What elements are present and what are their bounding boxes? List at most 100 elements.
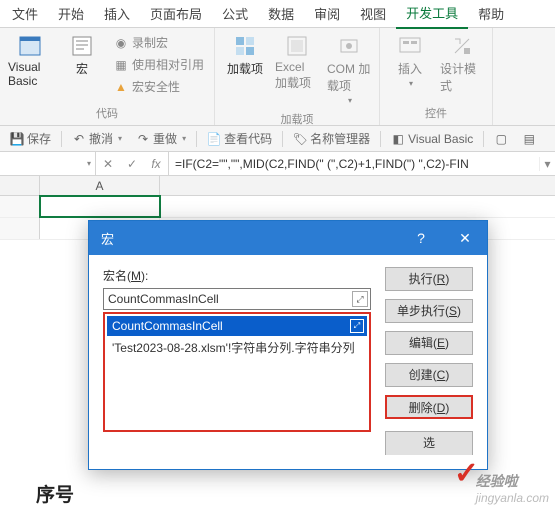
dialog-title: 宏 [101, 229, 114, 248]
bottom-row-label: 序号 [36, 480, 74, 507]
separator [61, 131, 62, 147]
insert-control-button[interactable]: 插入 ▾ [386, 30, 434, 92]
separator [196, 131, 197, 147]
unknown-quick-2[interactable]: ▤ [516, 129, 542, 149]
addins-label: 加载项 [227, 60, 263, 77]
separator [380, 131, 381, 147]
step-into-button[interactable]: 单步执行(S) [385, 299, 473, 323]
macros-label: 宏 [76, 60, 88, 77]
tab-insert[interactable]: 插入 [94, 0, 140, 28]
group-controls-label: 控件 [386, 103, 486, 125]
unknown-quick-1[interactable]: ▢ [488, 129, 514, 149]
insert-control-icon [398, 34, 422, 58]
expand-formula-bar[interactable]: ▾ [539, 157, 555, 171]
watermark-text: 经验啦 jingyanla.com [476, 471, 549, 505]
tab-formula[interactable]: 公式 [212, 0, 258, 28]
macros-icon [70, 34, 94, 58]
warning-icon: ▲ [114, 80, 128, 94]
grid-icon: ▦ [114, 58, 128, 72]
tab-view[interactable]: 视图 [350, 0, 396, 28]
fx-button[interactable]: fx [144, 152, 168, 175]
name-box[interactable]: ▾ [0, 152, 96, 175]
dialog-titlebar[interactable]: 宏 ? ✕ [89, 221, 487, 255]
help-button[interactable]: ? [399, 221, 443, 255]
tab-data[interactable]: 数据 [258, 0, 304, 28]
separator [483, 131, 484, 147]
cancel-formula-button[interactable]: ✕ [96, 152, 120, 175]
chevron-down-icon: ▾ [348, 96, 352, 105]
group-controls: 插入 ▾ 设计模式 控件 [380, 28, 493, 125]
collapse-icon[interactable]: ⤢ [352, 291, 368, 307]
redo-button[interactable]: ↷重做▾ [130, 127, 192, 150]
tag-icon: 🏷 [293, 132, 307, 146]
undo-button[interactable]: ↶撤消▾ [66, 127, 128, 150]
close-button[interactable]: ✕ [443, 221, 487, 255]
formula-input[interactable]: =IF(C2="","",MID(C2,FIND(" (",C2)+1,FIND… [169, 157, 539, 171]
vb-label: Visual Basic [8, 60, 52, 88]
insert-control-label: 插入 [398, 60, 422, 77]
macro-list[interactable]: CountCommasInCell ⤢ 'Test2023-08-28.xlsm… [106, 315, 368, 360]
chevron-down-icon: ▾ [409, 79, 413, 88]
run-button[interactable]: 执行(R) [385, 267, 473, 291]
separator [282, 131, 283, 147]
com-addins-button[interactable]: COM 加载项 ▾ [325, 30, 373, 109]
row-header[interactable] [0, 196, 40, 217]
delete-button[interactable]: 删除(D) [385, 395, 473, 419]
macros-button[interactable]: 宏 [58, 30, 106, 81]
undo-icon: ↶ [72, 132, 86, 146]
macro-name-input[interactable]: CountCommasInCell ⤢ [103, 288, 371, 310]
design-label: 设计模式 [440, 60, 484, 94]
options-button-partial[interactable]: 选 [385, 431, 473, 455]
code-icon: 📄 [207, 132, 221, 146]
tab-layout[interactable]: 页面布局 [140, 0, 212, 28]
tab-review[interactable]: 审阅 [304, 0, 350, 28]
vb-quick-button[interactable]: ◧Visual Basic [385, 129, 479, 149]
col-header-a[interactable]: A [40, 176, 160, 195]
enter-formula-button[interactable]: ✓ [120, 152, 144, 175]
macro-list-highlight: CountCommasInCell ⤢ 'Test2023-08-28.xlsm… [103, 312, 371, 432]
design-mode-button[interactable]: 设计模式 [438, 30, 486, 98]
macro-list-item[interactable]: CountCommasInCell ⤢ [107, 316, 367, 336]
select-all-corner[interactable] [0, 176, 40, 195]
chevron-down-icon: ▾ [182, 134, 186, 143]
record-macro-button[interactable]: ◉ 录制宏 [110, 33, 208, 52]
quick-access-bar: 💾保存 ↶撤消▾ ↷重做▾ 📄查看代码 🏷名称管理器 ◧Visual Basic… [0, 126, 555, 152]
redo-icon: ↷ [136, 132, 150, 146]
generic-icon: ▢ [494, 132, 508, 146]
macro-security-button[interactable]: ▲ 宏安全性 [110, 77, 208, 96]
tab-file[interactable]: 文件 [2, 0, 48, 28]
collapse-icon[interactable]: ⤢ [350, 319, 364, 333]
macro-name-label: 宏名(M): [103, 267, 371, 284]
group-addins: 加载项 Excel 加载项 COM 加载项 ▾ 加载项 [215, 28, 380, 125]
excel-addins-label: Excel 加载项 [275, 60, 319, 91]
chevron-down-icon: ▾ [118, 134, 122, 143]
vb-icon: ◧ [391, 132, 405, 146]
macro-dialog: 宏 ? ✕ 宏名(M): CountCommasInCell ⤢ CountCo… [88, 220, 488, 470]
group-code: Visual Basic 宏 ◉ 录制宏 ▦ 使用相对引用 ▲ 宏安全性 [0, 28, 215, 125]
macro-list-item[interactable]: 'Test2023-08-28.xlsm'!字符串分列.字符串分列 [107, 336, 367, 359]
view-code-button[interactable]: 📄查看代码 [201, 127, 278, 150]
row-header[interactable] [0, 218, 40, 239]
tab-help[interactable]: 帮助 [468, 0, 514, 28]
addins-icon [233, 34, 257, 58]
generic-icon: ▤ [522, 132, 536, 146]
tab-developer[interactable]: 开发工具 [396, 0, 468, 29]
excel-addins-icon [285, 34, 309, 58]
relative-ref-button[interactable]: ▦ 使用相对引用 [110, 55, 208, 74]
create-button[interactable]: 创建(C) [385, 363, 473, 387]
save-icon: 💾 [10, 132, 24, 146]
cell[interactable] [40, 196, 160, 217]
chevron-down-icon: ▾ [87, 159, 91, 168]
visual-basic-button[interactable]: Visual Basic [6, 30, 54, 92]
design-icon [450, 34, 474, 58]
addins-button[interactable]: 加载项 [221, 30, 269, 81]
save-button[interactable]: 💾保存 [4, 127, 57, 150]
com-addins-icon [337, 34, 361, 58]
excel-addins-button[interactable]: Excel 加载项 [273, 30, 321, 95]
ribbon-body: Visual Basic 宏 ◉ 录制宏 ▦ 使用相对引用 ▲ 宏安全性 [0, 28, 555, 126]
tab-home[interactable]: 开始 [48, 0, 94, 28]
vb-icon [18, 34, 42, 58]
formula-bar: ▾ ✕ ✓ fx =IF(C2="","",MID(C2,FIND(" (",C… [0, 152, 555, 176]
edit-button[interactable]: 编辑(E) [385, 331, 473, 355]
name-manager-button[interactable]: 🏷名称管理器 [287, 127, 376, 150]
